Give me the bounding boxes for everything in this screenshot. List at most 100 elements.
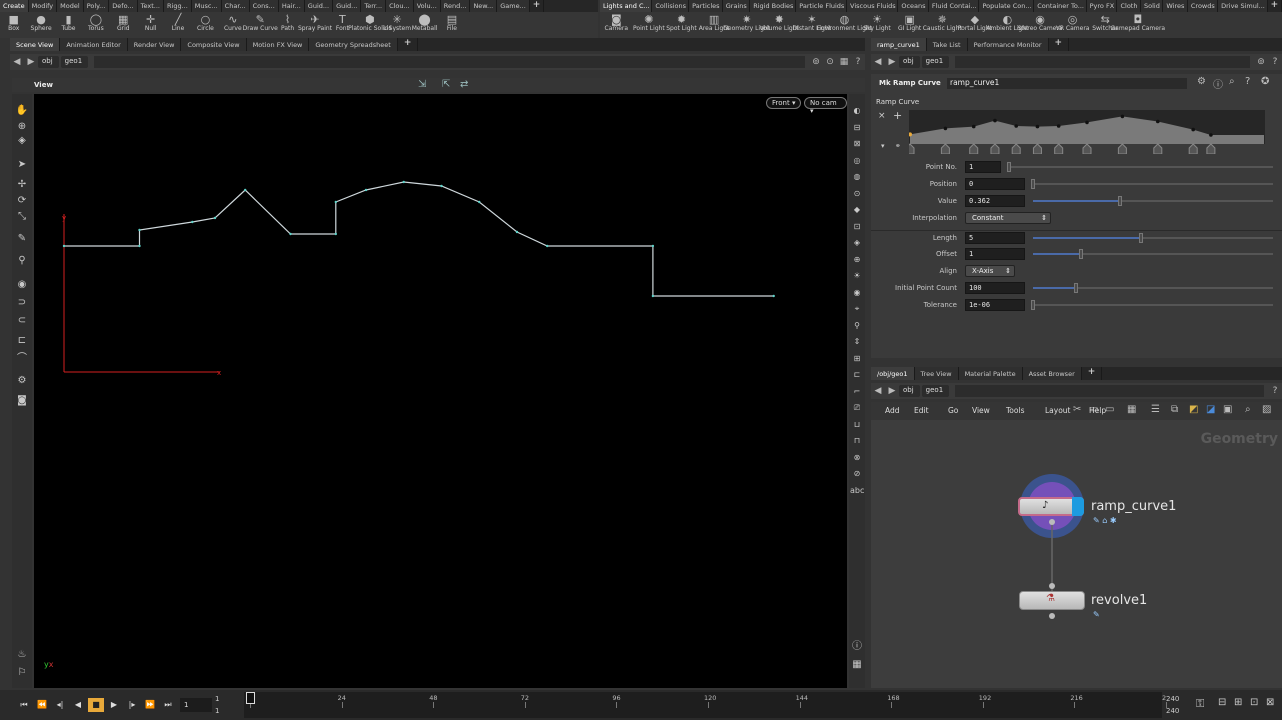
- handle-icon[interactable]: ✋: [15, 104, 29, 118]
- current-frame-field[interactable]: 1: [180, 698, 212, 712]
- paint-icon[interactable]: ◈: [15, 134, 29, 148]
- menu-edit[interactable]: Edit: [914, 406, 929, 415]
- ramp-key-marker[interactable]: [1011, 143, 1021, 154]
- search-icon[interactable]: ⌕: [1229, 76, 1235, 87]
- tree-icon[interactable]: ⧉: [1171, 404, 1178, 415]
- shelf-tool-circle[interactable]: ○ Circle: [192, 12, 219, 38]
- shelf-tool-spray-paint[interactable]: ✈ Spray Paint: [298, 12, 332, 38]
- display-option-icon[interactable]: ⊕: [850, 253, 864, 267]
- ramp-key-marker[interactable]: [1206, 143, 1216, 154]
- shelf-right-tab-10[interactable]: Container To...: [1034, 0, 1087, 12]
- red-magnet-icon[interactable]: ⌒: [15, 352, 29, 366]
- node-ramp-curve1[interactable]: ♪: [1018, 497, 1084, 516]
- scene-pane-tab-3[interactable]: Composite View: [181, 38, 247, 51]
- ramp-key-point[interactable]: [1035, 124, 1040, 129]
- shelf-left-tab-0[interactable]: Create: [0, 0, 29, 12]
- start-frame-2[interactable]: 1: [215, 707, 219, 715]
- step-forward-key-icon[interactable]: ⏩: [142, 698, 158, 712]
- shelf-left-tab-12[interactable]: Guid...: [333, 0, 362, 12]
- shelf-right-tab-14[interactable]: Wires: [1163, 0, 1188, 12]
- stop-icon[interactable]: ■: [88, 698, 104, 712]
- ramp-key-point[interactable]: [943, 126, 948, 131]
- length-field[interactable]: 5: [965, 232, 1025, 244]
- shelf-right-tab-8[interactable]: Fluid Contai...: [928, 0, 980, 12]
- view-icon[interactable]: ▣: [1223, 404, 1232, 415]
- shelf-right-tab-2[interactable]: Particles: [689, 0, 723, 12]
- ramp-key-marker[interactable]: [1054, 143, 1064, 154]
- expand-arrow-icon[interactable]: ▾: [881, 142, 885, 150]
- shelf-left-tab-5[interactable]: Text...: [137, 0, 164, 12]
- shelf-right-tab-7[interactable]: Oceans: [898, 0, 929, 12]
- asset-icon[interactable]: ◪: [1206, 404, 1215, 415]
- display-option-icon[interactable]: ⊔: [850, 418, 864, 432]
- tolerance-slider-handle[interactable]: [1031, 300, 1035, 310]
- ramp-editor[interactable]: [909, 110, 1265, 154]
- help-icon[interactable]: ?: [1268, 57, 1282, 67]
- shelf-tool-gamepad-camera[interactable]: ◘ Gamepad Camera: [1111, 12, 1166, 38]
- path-crumb-obj[interactable]: obj: [899, 56, 920, 68]
- shelf-tool-spot-light[interactable]: ✹ Spot Light: [665, 12, 698, 38]
- shelf-left-tab-18[interactable]: Game...: [497, 0, 530, 12]
- shelf-left-tab-3[interactable]: Poly...: [83, 0, 110, 12]
- help-icon[interactable]: ?: [1245, 76, 1250, 87]
- shelf-left-tab-9[interactable]: Cons...: [249, 0, 279, 12]
- link-icon[interactable]: ⊙: [823, 57, 837, 67]
- pose-icon[interactable]: ⚲: [15, 254, 29, 268]
- pin-icon[interactable]: ⊚: [1254, 57, 1268, 67]
- ramp-key-marker[interactable]: [909, 143, 915, 154]
- grid-view-icon[interactable]: ▦: [1127, 404, 1136, 415]
- scene-pane-tab-5[interactable]: Geometry Spreadsheet: [309, 38, 398, 51]
- node-name-field[interactable]: ramp_curve1: [947, 78, 1187, 89]
- tolerance-slider-track[interactable]: [1033, 304, 1273, 306]
- info-icon[interactable]: ⓘ: [1213, 76, 1223, 91]
- param-pane-tab-2[interactable]: Performance Monitor: [967, 38, 1049, 51]
- arrow-select-icon[interactable]: ➤: [15, 158, 29, 172]
- display-option-icon[interactable]: ☀: [850, 269, 864, 283]
- point-number-slider-handle[interactable]: [1007, 162, 1011, 172]
- snap-curve-icon[interactable]: ⊏: [15, 334, 29, 348]
- ramp-key-point[interactable]: [993, 118, 997, 123]
- shelf-tool-caustic-light[interactable]: ✵ Caustic Light: [923, 12, 962, 38]
- point-number-slider-track[interactable]: [1009, 166, 1273, 168]
- shelf-left-tab-16[interactable]: Rend...: [440, 0, 471, 12]
- shelf-tool-file[interactable]: ▤ File: [438, 12, 465, 38]
- select-snap-icon[interactable]: ⇱: [442, 79, 450, 90]
- value-slider-handle[interactable]: [1117, 196, 1122, 206]
- display-option-icon[interactable]: ⊘: [850, 467, 864, 481]
- image-icon[interactable]: ▨: [1262, 404, 1271, 415]
- ramp-key-point[interactable]: [1191, 127, 1195, 132]
- length-slider-handle[interactable]: [1139, 233, 1143, 243]
- menu-view[interactable]: View: [972, 406, 990, 415]
- shelf-left-tab-4[interactable]: Defo...: [109, 0, 138, 12]
- shelf-left-tab-15[interactable]: Volu...: [413, 0, 441, 12]
- settings-icon[interactable]: ⊠: [1266, 697, 1274, 708]
- end-frame[interactable]: 240: [1166, 695, 1179, 703]
- shelf-tool-geometry-light[interactable]: ✷ Geometry Light: [723, 12, 770, 38]
- ramp-key-point[interactable]: [1120, 114, 1125, 119]
- initial-point-count-field[interactable]: 100: [965, 282, 1025, 294]
- timeline-track[interactable]: 1244872961201441681922162: [244, 692, 1167, 718]
- scene-viewport[interactable]: xy Front ▾ No cam ▾ yx: [34, 94, 847, 688]
- shelf-tool-platonic-solids[interactable]: ⬢ Platonic Solids: [348, 12, 391, 38]
- path-crumb-obj[interactable]: obj: [899, 385, 920, 397]
- display-flag[interactable]: [1072, 497, 1084, 516]
- snap-icon[interactable]: ⊂: [15, 314, 29, 328]
- audio-icon[interactable]: ⊟: [1218, 697, 1226, 708]
- go-to-end-icon[interactable]: ⏭: [160, 698, 176, 712]
- shelf-left-tab-17[interactable]: New...: [470, 0, 498, 12]
- scene-pane-tab-0[interactable]: Scene View: [10, 38, 61, 51]
- shelf-left-tab-1[interactable]: Modify: [28, 0, 58, 12]
- shelf-left-tab-11[interactable]: Guid...: [304, 0, 334, 12]
- shelf-tool-point-light[interactable]: ✺ Point Light: [633, 12, 666, 38]
- web-help-icon[interactable]: ✪: [1261, 76, 1269, 87]
- help-icon[interactable]: ?: [851, 57, 865, 67]
- shelf-tool-sky-light[interactable]: ☀ Sky Light: [861, 12, 894, 38]
- display-option-icon[interactable]: ⌖: [850, 302, 864, 316]
- shelf-left-tab-10[interactable]: Hair...: [278, 0, 305, 12]
- box-select-icon[interactable]: ▭: [1105, 404, 1114, 415]
- shelf-right-tab-11[interactable]: Pyro FX: [1086, 0, 1118, 12]
- scale-icon[interactable]: ⤡: [15, 210, 29, 224]
- interpolation-dropdown[interactable]: Constant ⇕: [965, 212, 1051, 224]
- ramp-key-point[interactable]: [1156, 119, 1160, 124]
- network-pane-tab-3[interactable]: Asset Browser: [1022, 367, 1082, 380]
